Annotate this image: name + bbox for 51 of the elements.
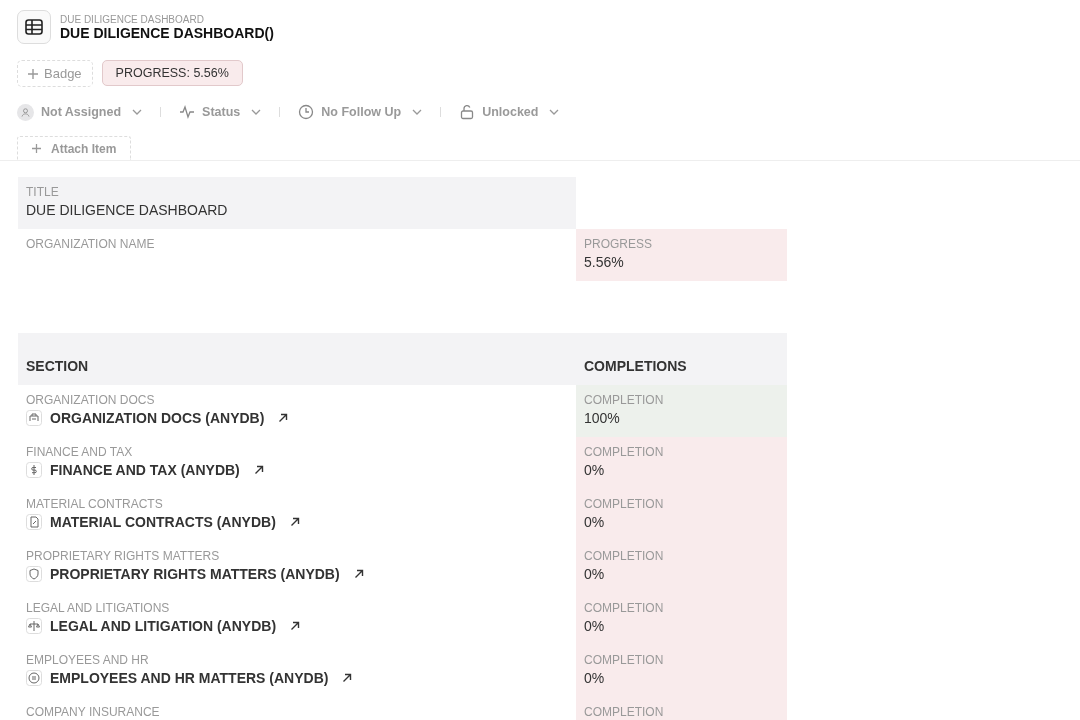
progress-field: PROGRESS 5.56%	[576, 229, 787, 281]
completion-cell: COMPLETION 0%	[576, 541, 787, 593]
external-link-icon	[278, 413, 289, 423]
completion-cell: COMPLETION	[576, 697, 787, 720]
progress-badge: PROGRESS: 5.56%	[101, 60, 243, 86]
external-link-icon	[342, 673, 353, 683]
section-link[interactable]: EMPLOYEES AND HR MATTERS (ANYDB)	[50, 670, 329, 686]
chevron-down-icon	[251, 109, 262, 115]
breadcrumb: DUE DILIGENCE DASHBOARD	[60, 13, 205, 25]
section-icon	[26, 410, 42, 426]
section-icon	[26, 462, 42, 478]
section-category: LEGAL AND LITIGATIONS	[26, 601, 171, 615]
unlocked-padlock-icon	[459, 104, 476, 120]
external-link-icon	[289, 517, 300, 527]
chevron-down-icon	[549, 109, 560, 115]
section-link[interactable]: LEGAL AND LITIGATION (ANYDB)	[50, 618, 277, 634]
chevron-down-icon	[132, 109, 143, 115]
organization-field: ORGANIZATION NAME	[18, 229, 576, 281]
external-link-icon	[290, 621, 301, 631]
plus-icon	[32, 144, 41, 153]
plus-icon	[28, 68, 38, 79]
completion-cell: COMPLETION 0%	[576, 593, 787, 645]
section-icon	[26, 566, 42, 582]
section-icon	[26, 618, 42, 634]
section-category: EMPLOYEES AND HR	[26, 653, 150, 667]
section-category: PROPRIETARY RIGHTS MATTERS	[26, 549, 221, 563]
page-title: DUE DILIGENCE DASHBOARD()	[60, 24, 274, 41]
section-icon	[26, 670, 42, 686]
section-category: COMPANY INSURANCE	[26, 705, 161, 719]
completion-cell: COMPLETION 0%	[576, 489, 787, 541]
section-link[interactable]: ORGANIZATION DOCS (ANYDB)	[50, 410, 265, 426]
column-header: SECTION	[18, 333, 576, 385]
title-field: TITLE DUE DILIGENCE DASHBOARD	[18, 177, 576, 229]
section-icon	[26, 514, 42, 530]
section-link[interactable]: MATERIAL CONTRACTS (ANYDB)	[50, 514, 276, 530]
external-link-icon	[253, 465, 264, 475]
clock-icon	[298, 104, 315, 120]
chevron-down-icon	[412, 109, 423, 115]
table-icon	[17, 10, 51, 44]
column-header: COMPLETIONS	[576, 333, 787, 385]
avatar-icon	[17, 103, 34, 121]
completion-cell: COMPLETION 100%	[576, 385, 787, 437]
section-link[interactable]: PROPRIETARY RIGHTS MATTERS (ANYDB)	[50, 566, 340, 582]
section-category: ORGANIZATION DOCS	[26, 393, 156, 407]
pulse-icon	[179, 104, 196, 120]
external-link-icon	[353, 569, 364, 579]
completion-cell: COMPLETION 0%	[576, 645, 787, 697]
section-link[interactable]: FINANCE AND TAX (ANYDB)	[50, 462, 240, 478]
section-category: FINANCE AND TAX	[26, 445, 134, 459]
completion-cell: COMPLETION 0%	[576, 437, 787, 489]
section-category: MATERIAL CONTRACTS	[26, 497, 164, 511]
